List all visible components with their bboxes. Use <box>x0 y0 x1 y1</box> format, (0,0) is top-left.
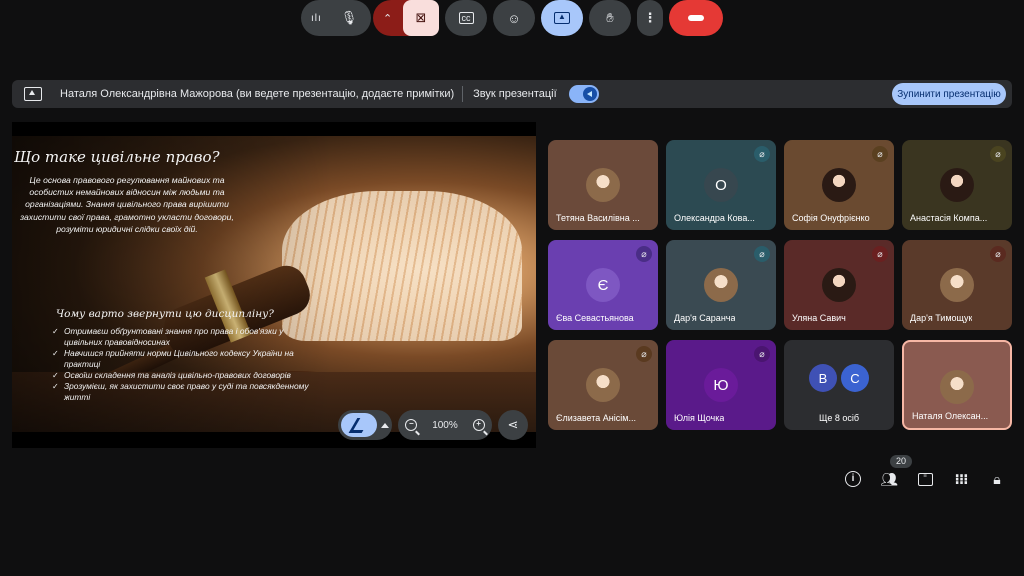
participant-name: Софія Онуфрієнко <box>792 213 870 223</box>
mic-off-icon: ⌀ <box>754 346 770 362</box>
presentation-sound-toggle[interactable] <box>568 85 599 103</box>
participant-tile[interactable]: ⌀ Дар'я Саранча <box>666 240 776 330</box>
participant-tile[interactable]: ⌀ Анастасія Компа... <box>902 140 1012 230</box>
meeting-info-icon[interactable]: i <box>842 468 864 490</box>
host-controls-icon[interactable]: 🔒︎ <box>986 468 1008 490</box>
hand-icon: ✋︎ <box>606 10 614 25</box>
participant-tile[interactable]: Є ⌀ Єва Севастьянова <box>548 240 658 330</box>
presentation-stage: Що таке цивільне право? Це основа правов… <box>12 122 536 448</box>
participant-name: Юлія Щочка <box>674 413 725 423</box>
volume-icon <box>582 87 597 101</box>
mic-off-icon: ⌀ <box>636 346 652 362</box>
slide-bullet: Навчишся прийняти норми Цивільного кодек… <box>52 348 312 370</box>
participant-name: Дар'я Тимощук <box>910 313 973 323</box>
avatar: В <box>809 364 837 392</box>
mic-off-icon: ⌀ <box>754 246 770 262</box>
mic-off-icon: ⌀ <box>754 146 770 162</box>
participant-name: Олександра Кова... <box>674 213 755 223</box>
audio-level-icon: ılı <box>311 12 322 24</box>
avatar <box>822 268 856 302</box>
camera-off-button[interactable]: ⊠ <box>403 0 439 36</box>
shared-slide: Що таке цивільне право? Це основа правов… <box>12 136 536 432</box>
mic-off-icon: ⌀ <box>872 146 888 162</box>
avatar <box>940 168 974 202</box>
zoom-level: 100% <box>432 419 458 431</box>
activities-icon[interactable]: ⁝⁝⁝ <box>950 468 972 490</box>
slide-heading: Що таке цивільне право? <box>14 148 220 166</box>
avatar: С <box>841 364 869 392</box>
participant-tile[interactable]: ⌀ Єлизавета Анісім... <box>548 340 658 430</box>
share-icon[interactable]: ⋖ <box>498 410 528 440</box>
people-count-badge: 20 <box>890 455 912 468</box>
avatar: Ю <box>704 368 738 402</box>
mic-off-icon: ⌀ <box>636 246 652 262</box>
pen-icon[interactable] <box>341 413 377 437</box>
participant-tile[interactable]: Ю ⌀ Юлія Щочка <box>666 340 776 430</box>
participant-tile[interactable]: Тетяна Василівна ... <box>548 140 658 230</box>
captions-icon: cc <box>458 12 474 24</box>
avatar: O <box>704 168 738 202</box>
mic-off-icon: ⌀ <box>990 246 1006 262</box>
participant-name: Ще 8 осіб <box>818 413 860 423</box>
avatar <box>586 368 620 402</box>
participant-name: Єва Севастьянова <box>556 313 634 323</box>
presentation-sound-label: Звук презентації <box>473 88 557 100</box>
participant-tile[interactable]: В С Ще 8 осіб <box>784 340 894 430</box>
present-button[interactable]: ▲ <box>541 0 583 36</box>
zoom-controls: − 100% + <box>398 410 492 440</box>
slide-bullet: Отримаєш обґрунтовані знання про права і… <box>52 326 312 348</box>
annotation-tool[interactable] <box>338 410 392 440</box>
emoji-icon: ☺ <box>507 10 521 26</box>
stop-presenting-button[interactable]: Зупинити презентацію <box>892 83 1006 105</box>
avatar <box>704 268 738 302</box>
zoom-out-icon[interactable]: − <box>405 419 418 431</box>
chevron-up-icon[interactable]: ⌃ <box>383 12 392 25</box>
avatar <box>940 370 974 404</box>
participant-name: Тетяна Василівна ... <box>556 213 640 223</box>
raise-hand-button[interactable]: ✋︎ <box>589 0 631 36</box>
slide-bullet-list: Отримаєш обґрунтовані знання про права і… <box>52 326 312 403</box>
more-vert-icon: ⋮ <box>643 10 657 25</box>
slide-bullet: Освоїш складення та аналіз цивільно-прав… <box>52 370 312 381</box>
participant-grid: Тетяна Василівна ... O ⌀ Олександра Кова...… <box>548 140 1012 430</box>
participant-name: Єлизавета Анісім... <box>556 413 636 423</box>
camera-group: ⌃ ⊠ <box>373 0 439 36</box>
zoom-in-icon[interactable]: + <box>472 419 485 431</box>
avatar <box>940 268 974 302</box>
leave-call-button[interactable] <box>669 0 723 36</box>
participant-name: Наталя Олексан... <box>912 411 989 421</box>
slide-bullet: Зрозумієш, як захистити своє право у суд… <box>52 381 312 403</box>
participant-tile[interactable]: ⌀ Уляна Савич <box>784 240 894 330</box>
avatar: Є <box>586 268 620 302</box>
participant-tile[interactable]: O ⌀ Олександра Кова... <box>666 140 776 230</box>
participant-tile[interactable]: ⌀ Дар'я Тимощук <box>902 240 1012 330</box>
participant-name: Дар'я Саранча <box>674 313 736 323</box>
divider <box>462 86 464 102</box>
presentation-banner: Наталя Олександрівна Мажорова (ви ведете… <box>12 80 1012 108</box>
mic-off-icon: ⌀ <box>990 146 1006 162</box>
slide-subheading: Чому варто звернути цю дисципліну? <box>56 308 274 320</box>
avatar <box>822 168 856 202</box>
more-options-button[interactable]: ⋮ <box>637 0 663 36</box>
people-icon[interactable]: 👥︎ <box>878 468 900 490</box>
slide-intro-text: Це основа правового регулювання майнових… <box>20 175 234 234</box>
microphone-icon[interactable]: 🎙︎ <box>337 10 361 26</box>
chevron-up-icon[interactable] <box>381 422 389 428</box>
end-call-icon <box>688 15 704 21</box>
participant-tile[interactable]: Наталя Олексан... <box>902 340 1012 430</box>
mic-group: ılı 🎙︎ <box>301 0 371 36</box>
mic-off-icon: ⌀ <box>872 246 888 262</box>
more-participants-avatars: ВС <box>809 364 869 392</box>
presenting-status: Наталя Олександрівна Мажорова (ви ведете… <box>60 88 455 100</box>
present-screen-icon: ▲ <box>554 12 570 24</box>
chat-icon[interactable]: ≡ <box>914 468 936 490</box>
avatar <box>586 168 620 202</box>
present-screen-icon <box>24 87 42 101</box>
reactions-button[interactable]: ☺ <box>493 0 535 36</box>
participant-name: Анастасія Компа... <box>910 213 988 223</box>
captions-button[interactable]: cc <box>445 0 487 36</box>
participant-name: Уляна Савич <box>792 313 846 323</box>
participant-tile[interactable]: ⌀ Софія Онуфрієнко <box>784 140 894 230</box>
